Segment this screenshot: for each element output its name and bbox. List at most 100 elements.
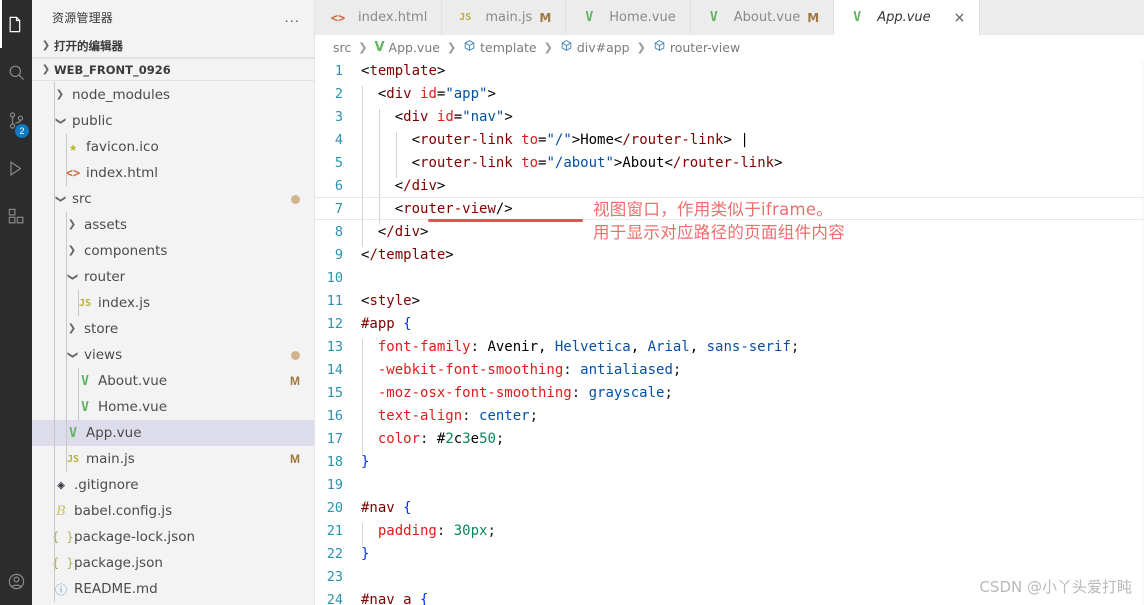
indent-guide	[78, 290, 79, 316]
tree-folder-components[interactable]: ❯ components	[32, 238, 314, 264]
activity-item-explorer[interactable]	[0, 0, 32, 48]
code-line-text: -webkit-font-smoothing: antialiased;	[361, 361, 681, 385]
code-line[interactable]: 4 <router-link to="/">Home</router-link>…	[315, 128, 1144, 155]
activity-item-search[interactable]	[0, 48, 32, 96]
code-line[interactable]: 18}	[315, 450, 1144, 473]
tree-file-index-js[interactable]: JS index.js	[32, 290, 314, 316]
tree-folder-node-modules[interactable]: ❯ node_modules	[32, 82, 314, 108]
modified-marker: M	[290, 452, 300, 466]
tree-folder-router[interactable]: ❯ router	[32, 264, 314, 290]
tree-item-label: router	[84, 269, 126, 285]
chevron-down-icon[interactable]: ❯	[67, 269, 78, 285]
tab-close-icon[interactable]: ×	[954, 11, 966, 25]
breadcrumb-label: template	[480, 39, 537, 55]
breadcrumb: src ❯ V App.vue ❯ template ❯ div#app ❯ router-vie…	[315, 35, 1144, 59]
tree-item-label: assets	[84, 217, 127, 233]
indent-guide	[66, 238, 67, 264]
tree-file-babel-config-js[interactable]: Bbabel.config.js	[32, 498, 314, 524]
tree-folder-assets[interactable]: ❯ assets	[32, 212, 314, 238]
annotation-text-line-1: 视图窗口，作用类似于iframe。	[593, 200, 834, 219]
sidebar-more-actions-button[interactable]: ...	[278, 10, 306, 25]
code-line[interactable]: 3 <div id="nav">	[315, 105, 1144, 132]
editor-tab-index-html[interactable]: <> index.html	[315, 0, 443, 35]
tree-file-readme-md[interactable]: ⓘ README.md	[32, 576, 314, 602]
code-line-text: #nav {	[361, 499, 412, 516]
code-line[interactable]: 1 <template>	[315, 59, 1144, 82]
indent-guide	[54, 550, 55, 576]
editor-tab-home-vue[interactable]: V Home.vue	[566, 0, 691, 35]
code-line[interactable]: 20 #nav {	[315, 496, 1144, 519]
code-line[interactable]: 6 </div>	[315, 174, 1144, 201]
breadcrumb-item-router-view[interactable]: router-view	[653, 39, 740, 55]
tree-file-app-vue[interactable]: V App.vue	[32, 420, 314, 446]
breadcrumb-item-src[interactable]: src	[333, 40, 351, 55]
tree-file-gitignore[interactable]: ◈ .gitignore	[32, 472, 314, 498]
code-editor[interactable]: 1 <template> 2 <div id="app"> 3 <div id="na…	[315, 59, 1144, 605]
editor-tab-main-js[interactable]: JS main.js M	[442, 0, 567, 35]
tree-folder-store[interactable]: ❯ store	[32, 316, 314, 342]
code-line[interactable]: 14 -webkit-font-smoothing: antialiased;	[315, 358, 1144, 385]
activity-item-source-control[interactable]: 2	[0, 96, 32, 144]
tree-folder-public[interactable]: ❯ public	[32, 108, 314, 134]
code-line[interactable]: 16 text-align: center;	[315, 404, 1144, 431]
editor-tab-about-vue[interactable]: V About.vue M	[690, 0, 835, 35]
chevron-down-icon[interactable]: ❯	[67, 347, 78, 363]
run-debug-icon	[9, 160, 22, 176]
code-line-text: }	[361, 453, 370, 470]
code-line[interactable]: 22}	[315, 542, 1144, 565]
breadcrumb-item-template[interactable]: template	[463, 39, 537, 55]
indent-guide	[54, 264, 55, 290]
code-line-text: <router-link to="/about">About</router-l…	[361, 154, 783, 178]
code-line[interactable]: 15 -moz-osx-font-smoothing: grayscale;	[315, 381, 1144, 408]
activity-item-run-debug[interactable]	[0, 144, 32, 192]
breadcrumb-item-div-app[interactable]: div#app	[560, 39, 630, 55]
tree-item-label: package-lock.json	[74, 529, 196, 545]
indent-guide	[54, 498, 55, 524]
breadcrumb-item-app-vue[interactable]: V App.vue	[374, 40, 439, 55]
vue-icon: V	[709, 10, 718, 25]
tree-file-home-vue[interactable]: V Home.vue	[32, 394, 314, 420]
code-line[interactable]: 2 <div id="app">	[315, 82, 1144, 109]
tab-label: main.js	[485, 10, 533, 25]
tree-file-favicon-ico[interactable]: ★ favicon.ico	[32, 134, 314, 160]
line-number: 14	[326, 361, 343, 378]
indent-guide	[54, 316, 55, 342]
code-line[interactable]: 19	[315, 473, 1144, 496]
line-number: 7	[334, 200, 343, 217]
activity-item-extensions[interactable]	[0, 192, 32, 240]
tree-file-package-lock-json[interactable]: { } package-lock.json	[32, 524, 314, 550]
code-line-text: </div>	[361, 177, 445, 201]
project-root-label: WEB_FRONT_0926	[54, 62, 171, 77]
account-icon	[8, 573, 24, 589]
code-line[interactable]: 17 color: #2c3e50;	[315, 427, 1144, 454]
line-number: 20	[326, 499, 343, 516]
code-line[interactable]: 10	[315, 266, 1144, 289]
chevron-down-icon[interactable]: ❯	[55, 113, 66, 129]
section-project-root[interactable]: ❯ WEB_FRONT_0926	[32, 58, 314, 81]
indent-guide	[66, 212, 67, 238]
code-line[interactable]: 21 padding: 30px;	[315, 519, 1144, 546]
tree-item-label: babel.config.js	[74, 503, 173, 519]
code-line-text: <style>	[361, 292, 421, 309]
tree-file-about-vue[interactable]: V About.vue M	[32, 368, 314, 394]
code-line[interactable]: 9 </template>	[315, 243, 1144, 266]
code-line[interactable]: 5 <router-link to="/about">About</router…	[315, 151, 1144, 178]
tree-folder-src[interactable]: ❯ src	[32, 186, 314, 212]
section-open-editors[interactable]: ❯ 打开的编辑器	[32, 35, 314, 58]
indent-guide	[54, 290, 55, 316]
sidebar-header: 资源管理器 ...	[32, 0, 314, 35]
code-line[interactable]: 11 <style>	[315, 289, 1144, 312]
tree-file-main-js[interactable]: JS main.js M	[32, 446, 314, 472]
tree-item-label: node_modules	[72, 87, 171, 103]
tree-item-label: package.json	[74, 555, 163, 571]
code-line[interactable]: 12 #app {	[315, 312, 1144, 335]
editor-tab-app-vue[interactable]: V App.vue ×	[834, 0, 981, 35]
watermark: CSDN @小丫头爱打盹	[979, 578, 1132, 596]
activity-item-accounts[interactable]	[0, 557, 32, 605]
code-line[interactable]: 13 font-family: Avenir, Helvetica, Arial…	[315, 335, 1144, 362]
line-number: 12	[326, 315, 343, 332]
chevron-down-icon[interactable]: ❯	[55, 191, 66, 207]
tree-folder-views[interactable]: ❯ views	[32, 342, 314, 368]
tree-file-index-html[interactable]: <> index.html	[32, 160, 314, 186]
tree-file-package-json[interactable]: { } package.json	[32, 550, 314, 576]
